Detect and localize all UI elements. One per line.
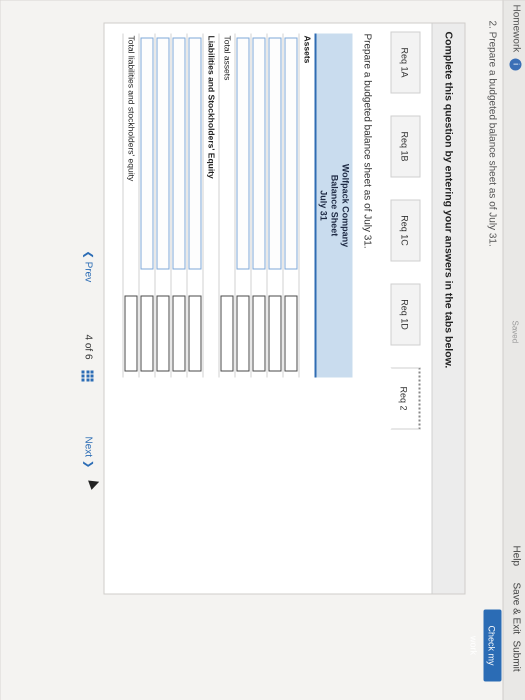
asset-name-input[interactable] bbox=[252, 37, 265, 269]
total-assets-input[interactable] bbox=[220, 295, 233, 371]
total-liabilities-row: Total liabilities and stockholders' equi… bbox=[122, 33, 138, 377]
save-exit-link[interactable]: Save & Exit bbox=[510, 582, 521, 634]
asset-name-input[interactable] bbox=[236, 37, 249, 269]
total-liabilities-input[interactable] bbox=[124, 295, 137, 371]
liability-amount-input[interactable] bbox=[188, 295, 201, 371]
page-indicator: 4 of 6 bbox=[82, 334, 93, 359]
balance-sheet-header: Wolfpack Company Balance Sheet July 31 bbox=[314, 33, 352, 377]
instructions-bar: Complete this question by entering your … bbox=[431, 23, 464, 593]
asset-row bbox=[234, 33, 250, 377]
asset-amount-input[interactable] bbox=[236, 295, 249, 371]
info-badge-icon: i bbox=[509, 57, 521, 70]
asset-amount-input[interactable] bbox=[268, 295, 281, 371]
liability-row bbox=[154, 33, 170, 377]
assets-label: Assets bbox=[302, 35, 312, 63]
prev-button[interactable]: ❮ Prev bbox=[82, 250, 93, 282]
assets-heading-row: Assets bbox=[298, 33, 314, 377]
homework-label: Homework bbox=[510, 4, 521, 52]
liability-name-input[interactable] bbox=[188, 37, 201, 269]
chevron-right-icon: ❯ bbox=[82, 456, 93, 468]
next-button[interactable]: Next ❯ bbox=[82, 436, 93, 468]
photo-frame: Homework i Saved Help Save & Exit Submit… bbox=[0, 0, 525, 700]
liabilities-equity-label: Liabilities and Stockholders' Equity bbox=[206, 35, 216, 179]
liability-amount-input[interactable] bbox=[156, 295, 169, 371]
asset-row bbox=[250, 33, 266, 377]
asset-row bbox=[282, 33, 298, 377]
liability-name-input[interactable] bbox=[140, 37, 153, 269]
browser-screen: Homework i Saved Help Save & Exit Submit… bbox=[0, 0, 525, 700]
prev-label: Prev bbox=[82, 261, 93, 282]
asset-name-input[interactable] bbox=[268, 37, 281, 269]
tab-req-1d[interactable]: Req 1D bbox=[390, 283, 420, 345]
page-total: 6 bbox=[82, 353, 93, 360]
saved-status: Saved bbox=[510, 320, 519, 343]
instructions-text: Complete this question by entering your … bbox=[442, 31, 454, 368]
total-assets-row: Total assets bbox=[218, 33, 234, 377]
grid-icon[interactable] bbox=[81, 370, 93, 382]
question-text: 2. Prepare a budgeted balance sheet as o… bbox=[486, 20, 497, 247]
total-assets-label: Total assets bbox=[222, 35, 232, 80]
liability-row bbox=[170, 33, 186, 377]
prepare-instruction: Prepare a budgeted balance sheet as of J… bbox=[361, 33, 372, 249]
asset-amount-input[interactable] bbox=[252, 295, 265, 371]
total-liabilities-label: Total liabilities and stockholders' equi… bbox=[126, 35, 136, 181]
help-link[interactable]: Help bbox=[510, 545, 521, 566]
asset-name-input[interactable] bbox=[284, 37, 297, 269]
next-label: Next bbox=[82, 436, 93, 457]
req-tabs: Req 1A Req 1B Req 1C Req 1D Req 2 bbox=[388, 31, 420, 471]
liabilities-heading-row: Liabilities and Stockholders' Equity bbox=[202, 33, 218, 377]
liability-amount-input[interactable] bbox=[140, 295, 153, 371]
liability-name-input[interactable] bbox=[172, 37, 185, 269]
question-panel: Complete this question by entering your … bbox=[103, 22, 465, 594]
tab-req-1c[interactable]: Req 1C bbox=[390, 199, 420, 261]
asset-row bbox=[266, 33, 282, 377]
liability-row bbox=[138, 33, 154, 377]
chevron-left-icon: ❮ bbox=[82, 250, 93, 262]
page-current: 4 bbox=[82, 334, 93, 340]
homework-link[interactable]: Homework i bbox=[509, 4, 521, 70]
liability-amount-input[interactable] bbox=[172, 295, 185, 371]
submit-link[interactable]: Submit bbox=[510, 640, 521, 671]
tab-req-1b[interactable]: Req 1B bbox=[390, 115, 420, 177]
tab-req-1a[interactable]: Req 1A bbox=[390, 31, 420, 93]
page-of: of bbox=[82, 342, 93, 351]
liability-name-input[interactable] bbox=[156, 37, 169, 269]
statement-title: Balance Sheet bbox=[329, 174, 339, 236]
company-name: Wolfpack Company bbox=[340, 163, 350, 247]
statement-date: July 31 bbox=[318, 189, 328, 221]
liability-row bbox=[186, 33, 202, 377]
tab-req-2[interactable]: Req 2 bbox=[390, 367, 420, 429]
check-my-work-button[interactable]: Check my work bbox=[468, 609, 501, 681]
top-header: Homework i Saved Help Save & Exit Submit bbox=[502, 0, 525, 700]
asset-amount-input[interactable] bbox=[284, 295, 297, 371]
balance-sheet-table: Wolfpack Company Balance Sheet July 31 A… bbox=[112, 33, 352, 377]
